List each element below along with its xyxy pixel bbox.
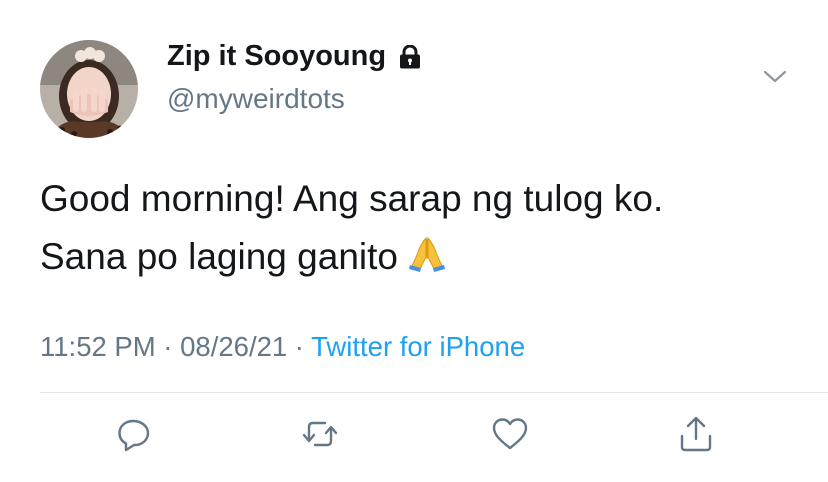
tweet-meta: 11:52 PM · 08/26/21 · Twitter for iPhone [40, 331, 525, 363]
tweet-source-link[interactable]: Twitter for iPhone [311, 331, 525, 362]
share-icon [678, 415, 714, 458]
tweet-line-2: Sana po laging ganito [40, 228, 800, 290]
tweet-text: Good morning! Ang sarap ng tulog ko. San… [40, 170, 800, 290]
folded-hands-emoji [408, 232, 446, 290]
retweet-button[interactable] [300, 416, 340, 456]
lock-icon [400, 44, 421, 69]
tweet-time: 11:52 PM [40, 331, 156, 362]
action-bar [0, 412, 828, 462]
retweet-icon [301, 416, 339, 457]
author-handle[interactable]: @myweirdtots [167, 83, 345, 115]
avatar-photo [40, 40, 138, 138]
display-name[interactable]: Zip it Sooyoung [167, 40, 386, 73]
like-icon [491, 416, 529, 457]
tweet-line-2-text: Sana po laging ganito [40, 236, 398, 277]
divider [40, 392, 828, 393]
meta-separator-1: · [155, 331, 181, 362]
avatar[interactable] [40, 40, 138, 138]
chevron-down-icon[interactable] [762, 68, 788, 86]
tweet-date: 08/26/21 [180, 331, 288, 362]
author-name-row[interactable]: Zip it Sooyoung [167, 40, 421, 73]
meta-separator-2: · [287, 331, 312, 362]
tweet-line-1: Good morning! Ang sarap ng tulog ko. [40, 178, 664, 219]
share-button[interactable] [676, 416, 716, 456]
reply-icon [116, 416, 152, 457]
like-button[interactable] [490, 416, 530, 456]
reply-button[interactable] [114, 416, 154, 456]
